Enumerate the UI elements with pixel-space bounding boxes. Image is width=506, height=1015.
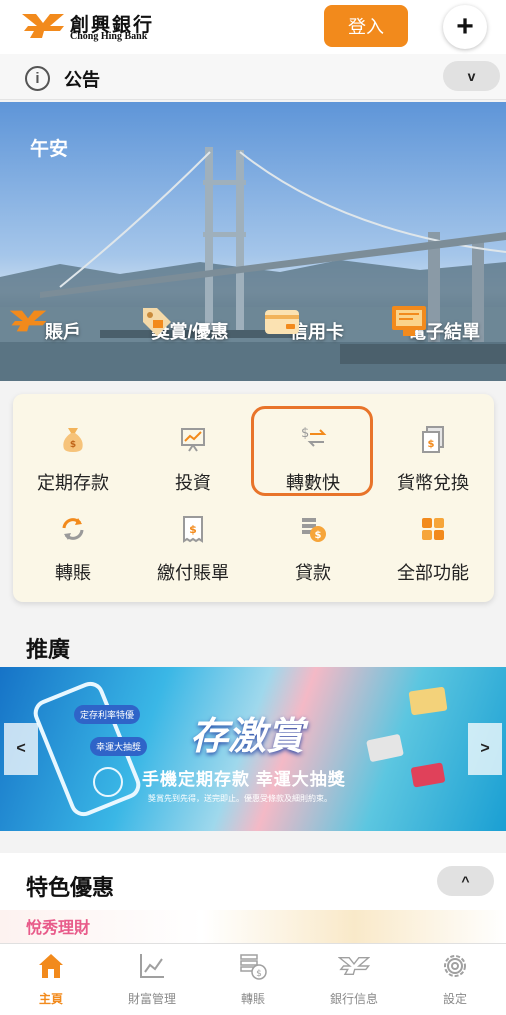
transfer-cycle-icon bbox=[62, 518, 84, 540]
svg-text:$: $ bbox=[428, 439, 435, 450]
login-button[interactable]: 登入 bbox=[324, 5, 408, 47]
tab-settings[interactable]: 設定 bbox=[405, 950, 505, 1007]
quick-item-fps[interactable]: $ 轉數快 bbox=[253, 424, 373, 495]
transfer-coins-icon: $ bbox=[240, 954, 267, 980]
quick-item-loan[interactable]: $ 貸款 bbox=[253, 514, 373, 585]
banner-prev-button[interactable]: < bbox=[4, 723, 38, 775]
home-icon bbox=[39, 954, 63, 978]
announcement-bar[interactable]: i 公告 v bbox=[0, 54, 506, 100]
svg-text:$: $ bbox=[315, 530, 322, 541]
tab-label: 銀行信息 bbox=[329, 992, 378, 1006]
featured-offers-collapse-button[interactable]: ^ bbox=[437, 866, 494, 896]
tab-transfer[interactable]: $ 轉賬 bbox=[203, 950, 303, 1007]
svg-text:$: $ bbox=[301, 426, 309, 441]
svg-text:$: $ bbox=[256, 969, 262, 979]
svg-text:$: $ bbox=[70, 440, 76, 450]
bottom-tab-bar: 主頁 財富管理 $ 轉賬 銀行信息 設定 bbox=[0, 943, 506, 1015]
fps-transfer-icon: $ bbox=[301, 426, 327, 447]
bill-payment-icon: $ bbox=[183, 516, 203, 543]
loan-coins-icon: $ bbox=[302, 518, 326, 542]
announcement-expand-button[interactable]: v bbox=[443, 61, 500, 91]
tab-label: 主頁 bbox=[38, 992, 63, 1006]
banner-note: 獎賞先到先得，送完即止。優惠受條款及細則約束。 bbox=[148, 794, 332, 803]
banner-next-button[interactable]: > bbox=[468, 723, 502, 775]
add-button[interactable]: + bbox=[443, 5, 487, 49]
banner-pill-draw: 幸運大抽獎 bbox=[90, 737, 148, 756]
gift-tag-icon bbox=[143, 308, 171, 336]
quick-item-bill-payment[interactable]: $ 繳付賬單 bbox=[133, 514, 253, 585]
svg-text:$: $ bbox=[189, 523, 197, 536]
app-header: 創興銀行 Chong Hing Bank 登入 + bbox=[0, 0, 506, 54]
featured-offers-title: 特色優惠 bbox=[26, 875, 115, 900]
featured-offers-section: 特色優惠 ^ 悅秀理財 bbox=[0, 853, 506, 943]
hero-item-accounts[interactable]: 賬戶 bbox=[8, 302, 118, 344]
featured-offer-tag: 悅秀理財 bbox=[26, 920, 91, 937]
promotion-banner[interactable]: 定存利率特優 幸運大抽獎 存激賞 手機定期存款 幸運大抽獎 獎賞先到先得，送完即… bbox=[0, 667, 506, 831]
credit-card-icon bbox=[265, 310, 299, 334]
quick-item-transfer[interactable]: 轉賬 bbox=[13, 514, 133, 585]
bank-logo-icon bbox=[22, 14, 64, 38]
quick-item-label: 繳付賬單 bbox=[157, 563, 229, 583]
settings-gear-icon bbox=[444, 955, 466, 977]
bank-logo-icon bbox=[9, 310, 47, 332]
e-statement-icon bbox=[392, 306, 426, 336]
tab-bank-info[interactable]: 銀行信息 bbox=[304, 950, 404, 1007]
quick-item-label: 定期存款 bbox=[37, 473, 109, 493]
bank-logo: 創興銀行 Chong Hing Bank bbox=[20, 10, 170, 44]
tab-wealth[interactable]: 財富管理 bbox=[102, 950, 202, 1007]
bank-info-icon bbox=[337, 956, 371, 976]
promotion-title: 推廣 bbox=[26, 637, 71, 662]
gift-cards-illustration bbox=[366, 686, 448, 788]
investment-chart-icon bbox=[181, 428, 205, 452]
all-functions-grid-icon bbox=[422, 518, 444, 540]
quick-item-all-functions[interactable]: 全部功能 bbox=[373, 514, 493, 585]
featured-offer-preview[interactable]: 悅秀理財 bbox=[0, 910, 506, 943]
info-icon: i bbox=[25, 66, 50, 91]
wealth-chart-icon bbox=[140, 954, 164, 978]
quick-item-time-deposit[interactable]: $ 定期存款 bbox=[13, 424, 133, 495]
bank-name-en: Chong Hing Bank bbox=[70, 31, 148, 42]
quick-item-label: 轉賬 bbox=[55, 563, 91, 583]
hero-item-e-statement[interactable]: 電子結單 bbox=[389, 302, 499, 344]
quick-item-label: 轉數快 bbox=[286, 473, 340, 493]
hero-item-credit-card[interactable]: 信用卡 bbox=[262, 302, 372, 344]
banner-subtitle: 手機定期存款 幸運大抽獎 bbox=[142, 770, 346, 789]
quick-actions-panel: $ 定期存款 投資 $ 轉數快 $ 貨幣兌換 轉賬 $ 繳付賬單 $ 貸款 全部… bbox=[13, 394, 494, 602]
quick-item-label: 全部功能 bbox=[397, 563, 469, 583]
announcement-title: 公告 bbox=[64, 70, 100, 90]
tab-label: 轉賬 bbox=[240, 992, 265, 1006]
quick-item-investment[interactable]: 投資 bbox=[133, 424, 253, 495]
currency-exchange-icon: $ bbox=[422, 426, 444, 453]
tab-label: 財富管理 bbox=[127, 992, 176, 1006]
greeting-text: 午安 bbox=[30, 139, 69, 160]
tab-label: 設定 bbox=[442, 992, 467, 1006]
tab-home[interactable]: 主頁 bbox=[1, 950, 101, 1007]
quick-item-label: 投資 bbox=[175, 473, 211, 493]
banner-title: 存激賞 bbox=[190, 716, 305, 758]
quick-item-currency-exchange[interactable]: $ 貨幣兌換 bbox=[373, 424, 493, 495]
hero-item-rewards[interactable]: 獎賞/優惠 bbox=[135, 302, 245, 344]
hero-banner: 午安 賬戶 獎賞/優惠 信用卡 電子結單 bbox=[0, 102, 506, 381]
banner-pill-rate: 定存利率特優 bbox=[74, 705, 141, 724]
money-bag-icon: $ bbox=[63, 428, 83, 452]
quick-item-label: 貨幣兌換 bbox=[397, 473, 469, 493]
quick-item-label: 貸款 bbox=[295, 563, 331, 583]
